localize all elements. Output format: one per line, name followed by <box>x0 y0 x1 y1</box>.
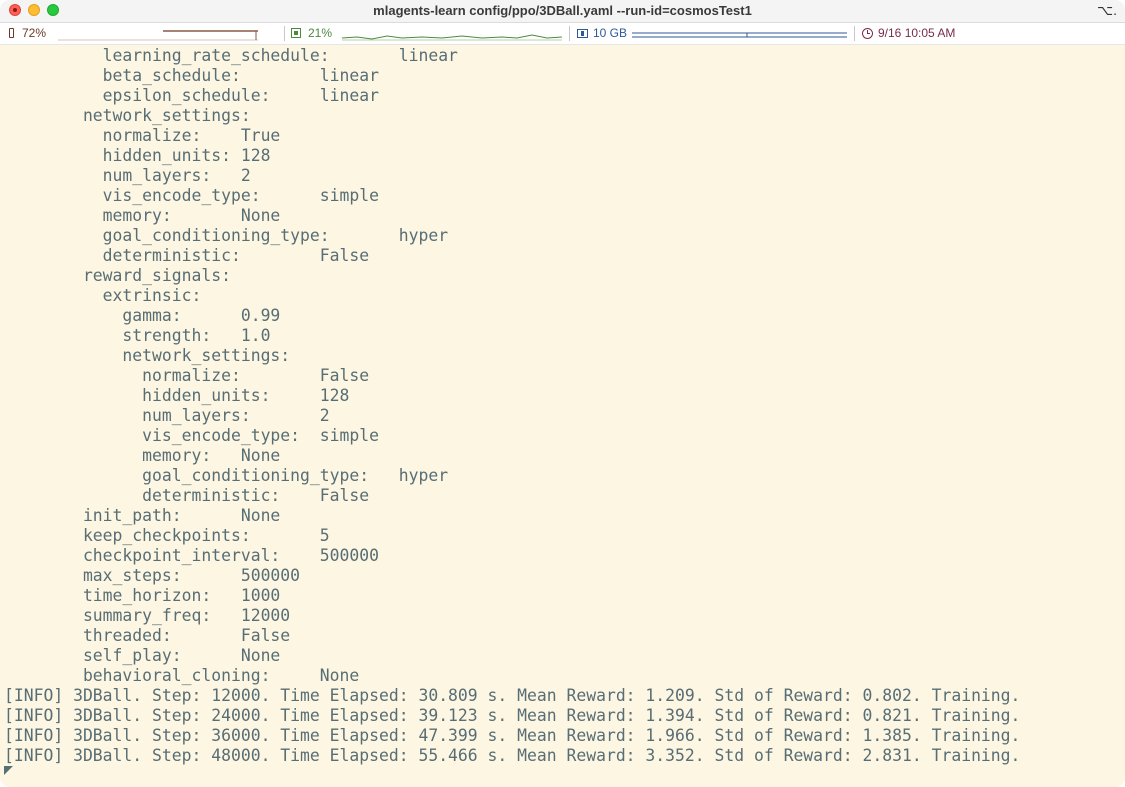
terminal-line: memory: None <box>4 206 281 225</box>
clock-icon <box>862 28 873 39</box>
terminal-line: checkpoint_interval: 500000 <box>4 546 379 565</box>
terminal-output[interactable]: learning_rate_schedule: linear beta_sche… <box>4 46 1119 776</box>
status-bar: 72% 21% 10 GB 9/16 10:05 AM <box>0 23 1125 45</box>
memory-icon <box>577 29 588 38</box>
memory-usage: 10 GB <box>593 26 628 40</box>
terminal-line: gamma: 0.99 <box>4 306 281 325</box>
terminal-line: reward_signals: <box>4 266 231 285</box>
terminal-line: beta_schedule: linear <box>4 66 379 85</box>
terminal-line: learning_rate_schedule: linear <box>4 46 458 65</box>
terminal-line: memory: None <box>4 446 281 465</box>
terminal-line: threaded: False <box>4 626 291 645</box>
date-time: 9/16 10:05 AM <box>878 26 956 40</box>
terminal-line: normalize: False <box>4 366 370 385</box>
terminal-line: epsilon_schedule: linear <box>4 86 379 105</box>
terminal-line: goal_conditioning_type: hyper <box>4 466 449 485</box>
terminal-line: max_steps: 500000 <box>4 566 301 585</box>
terminal-line: network_settings: <box>4 106 251 125</box>
battery-level: 72% <box>22 26 47 40</box>
terminal-window: mlagents-learn config/ppo/3DBall.yaml --… <box>0 0 1125 787</box>
terminal-line: extrinsic: <box>4 286 202 305</box>
terminal-line: hidden_units: 128 <box>4 386 350 405</box>
terminal-line: [INFO] 3DBall. Step: 24000. Time Elapsed… <box>4 706 1021 725</box>
terminal-line: normalize: True <box>4 126 281 145</box>
terminal-line: goal_conditioning_type: hyper <box>4 226 449 245</box>
terminal-line: [INFO] 3DBall. Step: 48000. Time Elapsed… <box>4 746 1021 765</box>
status-separator <box>854 26 855 41</box>
cpu-icon <box>291 28 301 38</box>
terminal-line: vis_encode_type: simple <box>4 186 379 205</box>
terminal-line: network_settings: <box>4 346 291 365</box>
terminal-line: [INFO] 3DBall. Step: 12000. Time Elapsed… <box>4 686 1021 705</box>
window-title: mlagents-learn config/ppo/3DBall.yaml --… <box>373 3 752 18</box>
terminal-line: summary_freq: 12000 <box>4 606 291 625</box>
cpu-graph <box>342 34 562 41</box>
cursor-icon <box>4 766 13 775</box>
status-separator <box>569 26 570 41</box>
terminal-line: behavioral_cloning: None <box>4 666 360 685</box>
terminal-line: deterministic: False <box>4 246 370 265</box>
title-bar[interactable]: mlagents-learn config/ppo/3DBall.yaml --… <box>0 0 1125 23</box>
terminal-line: deterministic: False <box>4 486 370 505</box>
terminal-line: init_path: None <box>4 506 281 525</box>
terminal-line: time_horizon: 1000 <box>4 586 281 605</box>
terminal-line: hidden_units: 128 <box>4 146 271 165</box>
terminal-line: keep_checkpoints: 5 <box>4 526 330 545</box>
battery-icon <box>9 28 14 38</box>
terminal-line: [INFO] 3DBall. Step: 36000. Time Elapsed… <box>4 726 1021 745</box>
cpu-usage: 21% <box>308 26 333 40</box>
battery-graph <box>58 30 258 41</box>
terminal-line: num_layers: 2 <box>4 166 251 185</box>
terminal-line: num_layers: 2 <box>4 406 330 425</box>
terminal-line: self_play: None <box>4 646 281 665</box>
status-separator <box>284 26 285 41</box>
option-key-icon: ⌥. <box>1096 2 1117 18</box>
memory-graph <box>632 32 847 38</box>
terminal-line: strength: 1.0 <box>4 326 271 345</box>
terminal-line: vis_encode_type: simple <box>4 426 379 445</box>
